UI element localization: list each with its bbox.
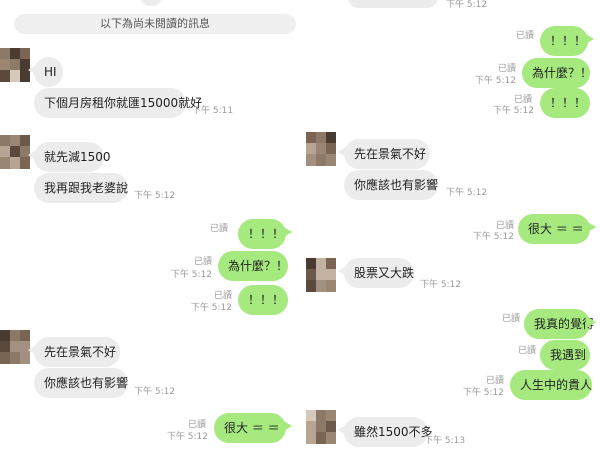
incoming-message: 你應該也有影響: [344, 170, 438, 200]
incoming-message: 股票又大跌: [338, 258, 414, 288]
read-receipt: 已讀: [485, 376, 504, 386]
incoming-message: 下個月房租你就匯15000就好: [34, 88, 202, 118]
read-receipt: 已讀: [209, 224, 228, 234]
message-time: 下午 5:12: [446, 188, 488, 198]
message-time: 下午 5:12: [190, 303, 232, 313]
outgoing-message: 人生中的貴人: [510, 370, 592, 400]
incoming-message: 先在景氣不好: [28, 337, 120, 367]
incoming-message: 你應該也有影響: [34, 368, 128, 398]
outgoing-message: ！！！: [238, 219, 292, 249]
read-receipt: 已讀: [187, 420, 206, 430]
message-time: 下午 5:13: [424, 436, 466, 446]
read-receipt: 已讀: [497, 64, 516, 74]
message-time: 下午 5:12: [134, 387, 176, 397]
read-receipt: 已讀: [513, 95, 532, 105]
incoming-message: HI: [28, 57, 63, 87]
message-time: 下午 5:12: [134, 191, 176, 201]
message-time: 下午 5:12: [462, 388, 504, 398]
message-time: 下午 5:11: [192, 106, 234, 116]
read-receipt: 已讀: [517, 346, 536, 356]
sender-avatar[interactable]: [0, 330, 30, 364]
sender-avatar[interactable]: [0, 48, 30, 82]
message-time: 下午 5:12: [446, 0, 488, 10]
message-time: 下午 5:12: [166, 432, 208, 442]
read-receipt: 已讀: [213, 291, 232, 301]
incoming-message: 就先減1500: [28, 142, 111, 172]
incoming-message: 先在景氣不好: [338, 139, 430, 169]
chat-panel-left: 以下為尚未閱讀的訊息 HI 下個月房租你就匯15000就好 下午 5:11 就先…: [0, 0, 300, 450]
sender-avatar[interactable]: [306, 132, 336, 166]
outgoing-message: 為什麼？！: [218, 251, 288, 281]
read-receipt: 已讀: [501, 314, 520, 324]
outgoing-message: ！！！: [540, 88, 590, 118]
outgoing-message: ！！！: [238, 285, 288, 315]
cropped-bubble-top: [140, 0, 162, 6]
sender-avatar[interactable]: [306, 258, 336, 292]
read-receipt: 已讀: [515, 31, 534, 41]
outgoing-message: 我真的覺得: [524, 309, 596, 339]
outgoing-message: 很大 ＝ ＝: [214, 413, 292, 443]
message-time: 下午 5:12: [420, 280, 462, 290]
message-time: 下午 5:12: [474, 76, 516, 86]
cropped-bubble-top: [348, 0, 438, 8]
outgoing-message: ！！！: [540, 26, 594, 56]
sender-avatar[interactable]: [306, 410, 336, 444]
message-time: 下午 5:12: [472, 232, 514, 242]
outgoing-message: 很大 ＝ ＝: [518, 214, 596, 244]
outgoing-message: 我遇到: [540, 340, 590, 370]
incoming-message: 我再跟我老婆說: [34, 173, 128, 203]
message-time: 下午 5:12: [170, 270, 212, 280]
outgoing-message: 為什麼？！: [522, 58, 592, 88]
read-receipt: 已讀: [193, 257, 212, 267]
message-time: 下午 5:12: [492, 106, 534, 116]
unread-divider: 以下為尚未閱讀的訊息: [14, 14, 296, 34]
incoming-message: 雖然1500不多: [338, 417, 433, 447]
sender-avatar[interactable]: [0, 135, 30, 169]
read-receipt: 已讀: [495, 221, 514, 231]
chat-panel-right: 下午 5:12 已讀 ！！！ 已讀 為什麼？！ 下午 5:12 已讀 ！！！ 下…: [300, 0, 600, 450]
